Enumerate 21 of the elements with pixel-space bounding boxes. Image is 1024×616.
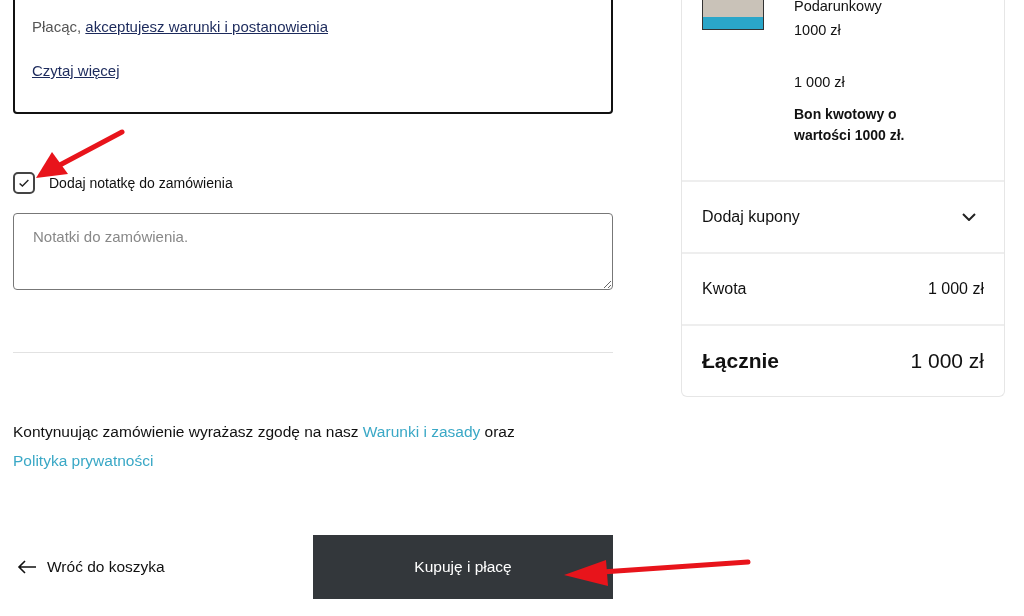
chevron-icon: [962, 213, 976, 221]
terms-text: Płacąc, akceptujesz warunki i postanowienia: [32, 18, 329, 35]
checkbox-label: Dodaj notatkę do zamówienia: [49, 175, 233, 191]
product-name: Podarunkowy: [794, 0, 883, 16]
amount-value: 1 000 zł: [927, 280, 984, 298]
buy-button[interactable]: Kupuję i płacę: [313, 535, 613, 599]
product-total: 1 000 zł: [794, 74, 846, 90]
terms-link[interactable]: akceptujesz warunki i postanowienia: [85, 18, 328, 35]
total-label: Łącznie: [702, 349, 780, 373]
total-value: 1 000 zł: [910, 349, 984, 373]
checkbox[interactable]: [13, 172, 35, 194]
back-link[interactable]: Wróć do koszyka: [13, 558, 313, 576]
consent-text: Kontynuując zamówienie wyrażasz zgodę na nasz Warunki i zasady oraz Polityka prywatności: [13, 422, 516, 471]
read-more-link[interactable]: Czytaj więcej: [32, 62, 120, 79]
product-description: Bon kwotowy o wartości 1000 zł.: [794, 105, 906, 145]
coupons-toggle[interactable]: Dodaj kupony: [682, 182, 1004, 254]
product-image: [702, 0, 764, 30]
notes-field[interactable]: Notatki do zamówienia.: [13, 213, 613, 290]
amount-label: Kwota: [702, 280, 747, 298]
arrow-left-icon: [17, 560, 37, 574]
product-price: 1000 zł: [794, 22, 842, 38]
